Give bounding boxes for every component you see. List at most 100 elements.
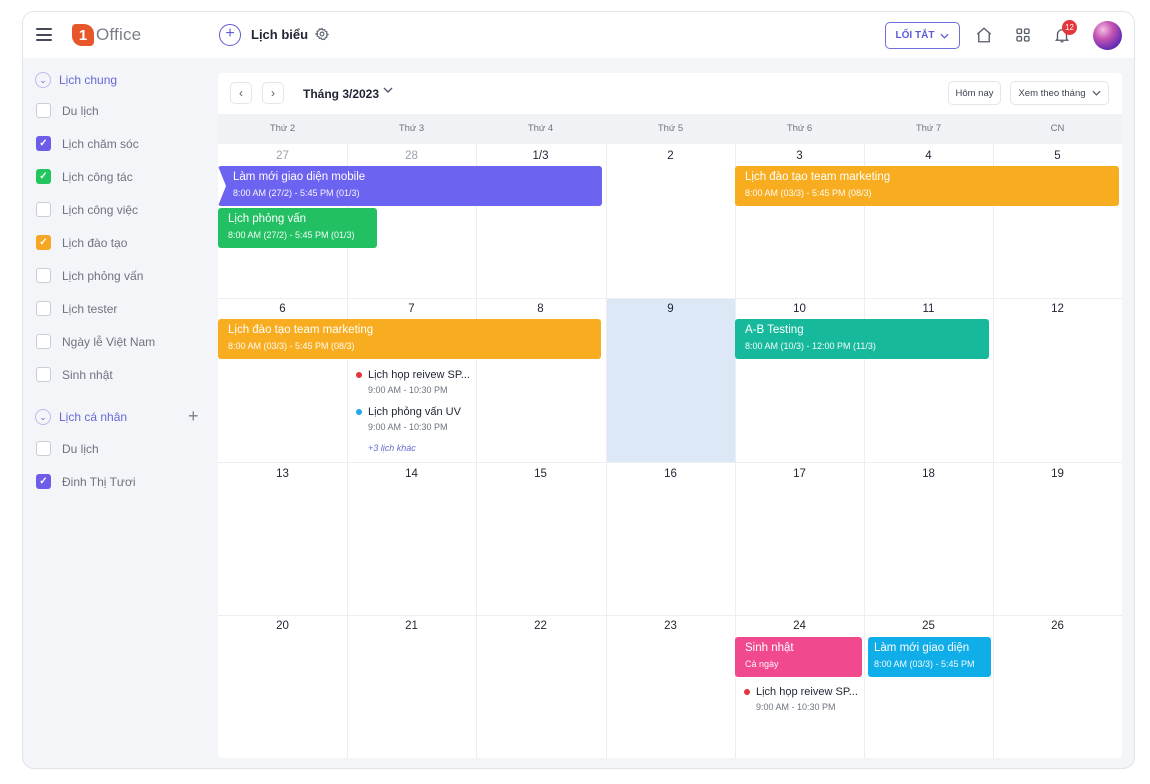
group-toggle-shared-calendars[interactable]: ⌄ Lịch chung [35, 72, 117, 88]
app-logo[interactable]: 1 Office [72, 23, 141, 47]
checkbox-icon[interactable] [36, 441, 51, 456]
event-birthday[interactable]: Sinh nhật Cả ngày [735, 637, 862, 677]
date-cell-number[interactable]: 17 [735, 468, 864, 480]
date-cell-number[interactable]: 9 [606, 303, 735, 315]
page-title: Lịch biểu [251, 27, 309, 42]
date-cell-number[interactable]: 3 [735, 150, 864, 162]
date-cell-number[interactable]: 24 [735, 620, 864, 632]
event-review-meeting[interactable]: Lịch họp reivew SP... 9:00 AM - 10:30 PM [744, 686, 858, 712]
prev-month-button[interactable]: ‹ [230, 82, 252, 104]
event-ab-testing[interactable]: A-B Testing 8:00 AM (10/3) - 12:00 PM (1… [735, 319, 989, 359]
event-title: Lịch đào tạo team marketing [745, 171, 891, 183]
date-cell-number[interactable]: 21 [347, 620, 476, 632]
calendar-filter-item[interactable]: ✓ Lịch chăm sóc [36, 136, 139, 151]
add-event-button[interactable]: + [219, 24, 241, 46]
group-toggle-personal-calendars[interactable]: ⌄ Lịch cá nhân [35, 409, 127, 425]
date-cell-number[interactable]: 23 [606, 620, 735, 632]
date-cell-number[interactable]: 10 [735, 303, 864, 315]
grid-line [218, 462, 1122, 463]
date-cell-number[interactable]: 5 [993, 150, 1122, 162]
checkbox-icon[interactable] [36, 202, 51, 217]
date-cell-number[interactable]: 13 [218, 468, 347, 480]
event-title: Lịch họp reivew SP... [368, 369, 470, 381]
menu-icon[interactable] [36, 28, 52, 41]
add-personal-calendar-icon[interactable]: + [188, 406, 199, 427]
month-selector[interactable]: Tháng 3/2023 [303, 87, 379, 101]
date-cell-number[interactable]: 16 [606, 468, 735, 480]
event-training-marketing[interactable]: Lịch đào tạo team marketing 8:00 AM (03/… [735, 166, 1119, 206]
date-cell-number[interactable]: 19 [993, 468, 1122, 480]
weekday-header: Thứ 2 Thứ 3 Thứ 4 Thứ 5 Thứ 6 Thứ 7 CN [218, 114, 1122, 144]
date-cell-number[interactable]: 2 [606, 150, 735, 162]
calendar-filter-item[interactable]: Ngày lễ Việt Nam [36, 334, 155, 349]
date-cell-number[interactable]: 8 [476, 303, 605, 315]
calendar-filter-item[interactable]: Du lịch [36, 103, 99, 118]
calendar-filter-item[interactable]: ✓ Lịch công tác [36, 169, 133, 184]
calendar-filter-label: Lịch phỏng vấn [62, 268, 144, 283]
event-review-meeting[interactable]: Lịch họp reivew SP... 9:00 AM - 10:30 PM [356, 369, 470, 395]
date-cell-number[interactable]: 26 [993, 620, 1122, 632]
calendar-filter-label: Lịch tester [62, 301, 118, 316]
event-title: Lịch họp reivew SP... [756, 686, 858, 698]
more-events-link[interactable]: +3 lịch khác [368, 443, 416, 453]
event-redesign[interactable]: Làm mới giao diện 8:00 AM (03/3) - 5:45 … [868, 637, 991, 677]
date-cell-number[interactable]: 20 [218, 620, 347, 632]
event-candidate-interview[interactable]: Lịch phỏng vấn UV 9:00 AM - 10:30 PM [356, 406, 461, 432]
date-cell-number[interactable]: 25 [864, 620, 993, 632]
today-button[interactable]: Hôm nay [948, 81, 1001, 105]
date-cell-number[interactable]: 6 [218, 303, 347, 315]
event-title: Sinh nhật [745, 642, 794, 654]
event-redesign-mobile[interactable]: Làm mới giao diện mobile 8:00 AM (27/2) … [218, 166, 602, 206]
home-icon[interactable] [975, 26, 993, 44]
user-avatar[interactable] [1093, 21, 1122, 50]
checkbox-icon[interactable] [36, 268, 51, 283]
date-cell-number[interactable]: 12 [993, 303, 1122, 315]
calendar-filter-item[interactable]: Lịch phỏng vấn [36, 268, 143, 283]
event-training-marketing[interactable]: Lịch đào tạo team marketing 8:00 AM (03/… [218, 319, 601, 359]
checkbox-icon[interactable] [36, 301, 51, 316]
date-cell-number[interactable]: 4 [864, 150, 993, 162]
date-cell-number[interactable]: 18 [864, 468, 993, 480]
event-time: 9:00 AM - 10:30 PM [756, 702, 836, 712]
checkbox-checked-icon[interactable]: ✓ [36, 136, 51, 151]
checkbox-icon[interactable] [36, 367, 51, 382]
logo-text: Office [96, 25, 142, 44]
chevron-down-icon[interactable] [383, 85, 393, 96]
calendar-filter-item[interactable]: Lịch công việc [36, 202, 138, 217]
event-color-dot [744, 689, 750, 695]
calendar-filter-label: Du lịch [62, 103, 99, 118]
settings-gear-icon[interactable] [314, 27, 330, 41]
view-mode-dropdown[interactable]: Xem theo tháng [1010, 81, 1109, 105]
date-cell-number[interactable]: 1/3 [476, 150, 605, 162]
shortcut-dropdown-button[interactable]: LỐI TẮT [885, 22, 960, 49]
calendar-filter-item[interactable]: ✓ Lịch đào tạo [36, 235, 127, 250]
apps-grid-icon[interactable] [1014, 26, 1032, 44]
calendar-filter-item[interactable]: ✓ Đinh Thị Tươi [36, 474, 135, 489]
date-cell-number[interactable]: 27 [218, 150, 347, 162]
date-cell-number[interactable]: 11 [864, 303, 993, 315]
calendar-filter-item[interactable]: Sinh nhật [36, 367, 113, 382]
group-label: Lịch chung [59, 73, 118, 87]
checkbox-icon[interactable] [36, 334, 51, 349]
checkbox-checked-icon[interactable]: ✓ [36, 235, 51, 250]
event-color-dot [356, 372, 362, 378]
calendar-filter-label: Lịch chăm sóc [62, 136, 139, 151]
date-cell-number[interactable]: 7 [347, 303, 476, 315]
date-cell-number[interactable]: 14 [347, 468, 476, 480]
weekday-label: Thứ 7 [915, 123, 942, 134]
calendar-filter-item[interactable]: Du lịch [36, 441, 99, 456]
checkbox-checked-icon[interactable]: ✓ [36, 474, 51, 489]
date-cell-number[interactable]: 15 [476, 468, 605, 480]
event-title: A-B Testing [745, 324, 804, 336]
event-time: 8:00 AM (10/3) - 12:00 PM (11/3) [745, 341, 876, 351]
event-title: Lịch phỏng vấn UV [368, 406, 461, 418]
checkbox-icon[interactable] [36, 103, 51, 118]
date-cell-number[interactable]: 28 [347, 150, 476, 162]
event-interview[interactable]: Lịch phỏng vấn 8:00 AM (27/2) - 5:45 PM … [218, 208, 377, 248]
next-month-button[interactable]: › [262, 82, 284, 104]
checkbox-checked-icon[interactable]: ✓ [36, 169, 51, 184]
shortcut-label: LỐI TẮT [895, 30, 935, 41]
calendar-filter-item[interactable]: Lịch tester [36, 301, 117, 316]
date-cell-number[interactable]: 22 [476, 620, 605, 632]
weekday-label: Thứ 6 [786, 123, 813, 134]
